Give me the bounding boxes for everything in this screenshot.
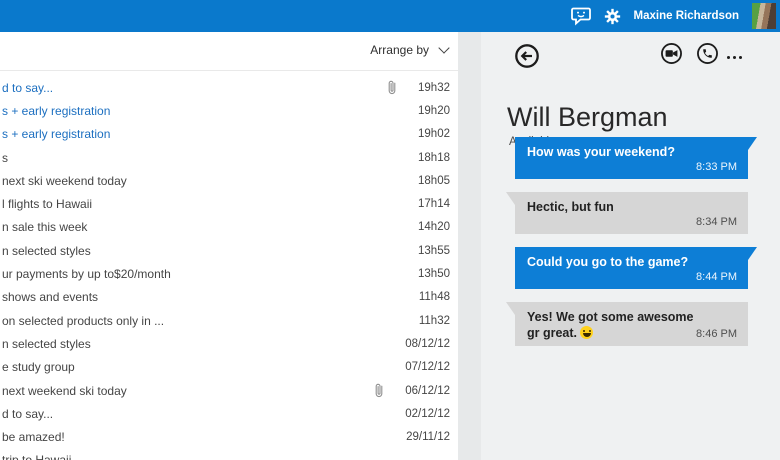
list-item[interactable]: s + early registration 19h02 <box>0 123 458 146</box>
list-item[interactable]: n selected styles 08/12/12 <box>0 332 458 355</box>
message-text: How was your weekend? <box>527 145 675 159</box>
list-item[interactable]: d to say... 02/12/12 <box>0 402 458 425</box>
list-item[interactable]: d to say... 19h32 <box>0 76 458 99</box>
more-options-button[interactable] <box>727 56 742 59</box>
message-time: 8:44 PM <box>696 271 737 283</box>
list-item[interactable]: next weekend ski today 06/12/12 <box>0 379 458 402</box>
list-item[interactable]: e study group 07/12/12 <box>0 356 458 379</box>
mail-time: 13h55 <box>418 244 450 257</box>
mail-time: 14h20 <box>418 221 450 234</box>
mail-time: 11h48 <box>418 291 450 304</box>
mail-subject: d to say... <box>2 406 54 421</box>
phone-icon <box>697 43 718 64</box>
mail-subject: s <box>2 150 8 165</box>
mail-time: 06/12/12 <box>405 384 450 397</box>
mail-list: d to say... 19h32 s + early registration 19… <box>0 76 458 460</box>
voice-call-button[interactable] <box>697 43 718 64</box>
mail-time: 18h18 <box>418 151 450 164</box>
chat-message-bubble: Yes! We got some awesome gr great. 8:46 P… <box>506 302 748 346</box>
list-item[interactable]: n selected styles 13h55 <box>0 239 458 262</box>
list-item[interactable]: shows and events 11h48 <box>0 286 458 309</box>
mail-subject: shows and events <box>2 290 99 305</box>
arrange-by-control[interactable]: Arrange by <box>370 42 450 57</box>
mail-subject: s + early registration <box>2 127 111 142</box>
avatar[interactable] <box>752 3 776 29</box>
list-item[interactable]: next ski weekend today 18h05 <box>0 169 458 192</box>
list-item[interactable]: trip to Hawaii <box>0 449 458 460</box>
mail-time: 17h14 <box>418 198 450 211</box>
mail-time: 13h50 <box>418 268 450 281</box>
mail-time: 29/11/12 <box>406 431 450 444</box>
message-text: Hectic, but fun <box>527 200 614 214</box>
message-time: 8:46 PM <box>696 328 737 340</box>
back-button[interactable] <box>515 44 539 68</box>
chat-message-bubble: Hectic, but fun 8:34 PM <box>506 192 748 234</box>
list-item[interactable]: be amazed! 29/11/12 <box>0 425 458 448</box>
list-item[interactable]: s 18h18 <box>0 146 458 169</box>
list-item[interactable]: l flights to Hawaii 17h14 <box>0 192 458 215</box>
chat-message-list: How was your weekend? 8:33 PM Hectic, but … <box>506 137 757 359</box>
mail-panel: Arrange by d to say... 19h32 s + early reg… <box>0 32 458 460</box>
back-arrow-icon <box>515 44 539 68</box>
laughing-emoji <box>580 326 594 339</box>
video-call-button[interactable] <box>661 43 682 64</box>
mail-subject: trip to Hawaii <box>2 453 450 460</box>
mail-subject: s + early registration <box>2 103 111 118</box>
chevron-down-icon <box>438 42 450 54</box>
mail-subject: on selected products only in ... <box>2 313 165 328</box>
attachment-paperclip-icon <box>375 383 383 398</box>
contact-name: Will Bergman <box>507 102 668 132</box>
mail-time: 18h05 <box>418 174 450 187</box>
mail-subject: l flights to Hawaii <box>2 197 93 212</box>
topbar-user-name[interactable]: Maxine Richardson <box>634 10 739 22</box>
mail-subject: n selected styles <box>2 336 91 351</box>
chat-message-bubble: Could you go to the game? 8:44 PM <box>515 247 757 289</box>
chat-message-bubble: How was your weekend? 8:33 PM <box>515 137 757 179</box>
arrange-by-label: Arrange by <box>370 43 429 57</box>
mail-time: 19h20 <box>418 104 450 117</box>
video-camera-icon <box>661 43 682 64</box>
mail-time: 02/12/12 <box>405 407 450 420</box>
settings-gear-icon[interactable] <box>604 8 621 25</box>
attachment-paperclip-icon <box>388 80 396 95</box>
mail-subject: d to say... <box>2 80 54 95</box>
list-item[interactable]: s + early registration 19h20 <box>0 99 458 122</box>
mail-time: 07/12/12 <box>405 361 450 374</box>
message-time: 8:33 PM <box>696 161 737 173</box>
message-text: Could you go to the game? <box>527 255 689 269</box>
mail-time: 11h32 <box>418 314 450 327</box>
mail-subject: n sale this week <box>2 220 88 235</box>
mail-time: 19h02 <box>418 128 450 141</box>
mail-subject: next weekend ski today <box>2 383 127 398</box>
mail-time: 08/12/12 <box>405 337 450 350</box>
mail-subject: n selected styles <box>2 243 91 258</box>
list-item[interactable]: n sale this week 14h20 <box>0 216 458 239</box>
mail-subject: next ski weekend today <box>2 173 127 188</box>
chat-panel: Will Bergman Available How was your week… <box>481 32 780 460</box>
divider <box>0 70 458 71</box>
topbar-account-area: Maxine Richardson <box>570 3 776 29</box>
mail-time: 19h32 <box>418 81 450 94</box>
ellipsis-icon <box>727 56 730 59</box>
message-time: 8:34 PM <box>696 216 737 228</box>
list-item[interactable]: ur payments by up to$20/month 13h50 <box>0 262 458 285</box>
mail-subject: e study group <box>2 360 75 375</box>
mail-subject: ur payments by up to$20/month <box>2 267 171 282</box>
topbar: Maxine Richardson <box>0 0 780 32</box>
panel-gutter <box>458 32 481 460</box>
mail-subject: be amazed! <box>2 430 65 445</box>
list-item[interactable]: on selected products only in ... 11h32 <box>0 309 458 332</box>
messaging-icon[interactable] <box>570 7 591 26</box>
